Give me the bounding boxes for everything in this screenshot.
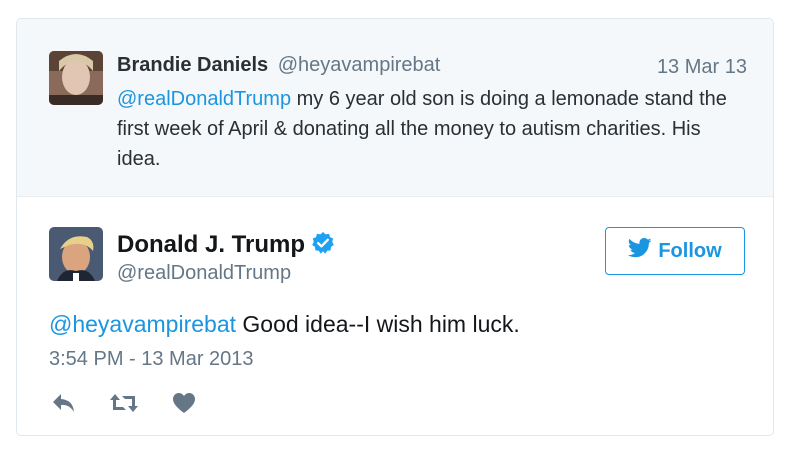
- parent-tweet-text: @realDonaldTrump my 6 year old son is do…: [117, 84, 747, 174]
- parent-tweet-date[interactable]: 13 Mar 13: [657, 53, 747, 81]
- follow-button[interactable]: Follow: [605, 227, 745, 275]
- author-name-row: Donald J. Trump: [117, 230, 335, 260]
- author-avatar[interactable]: [49, 227, 103, 281]
- tweet-body: Good idea--I wish him luck.: [236, 311, 520, 337]
- parent-tweet-header: Brandie Daniels @heyavampirebat 13 Mar 1…: [117, 51, 747, 79]
- verified-badge-icon: [311, 231, 335, 255]
- author-handle[interactable]: @realDonaldTrump: [117, 259, 291, 287]
- author-name[interactable]: Donald J. Trump: [117, 231, 305, 258]
- reply-icon: [53, 394, 74, 412]
- parent-mention-link[interactable]: @realDonaldTrump: [117, 88, 291, 110]
- retweet-icon: [110, 394, 138, 412]
- tweet-text: @heyavampirebat Good idea--I wish him lu…: [49, 309, 749, 339]
- parent-author-handle[interactable]: @heyavampirebat: [278, 54, 441, 76]
- parent-tweet[interactable]: Brandie Daniels @heyavampirebat 13 Mar 1…: [17, 19, 773, 197]
- user-photo-icon: [49, 51, 103, 105]
- retweet-button[interactable]: [109, 390, 139, 416]
- like-button[interactable]: [169, 390, 199, 416]
- avatar[interactable]: [49, 51, 103, 105]
- like-icon: [173, 393, 195, 413]
- follow-label: Follow: [658, 239, 722, 262]
- embedded-tweet-card: Brandie Daniels @heyavampirebat 13 Mar 1…: [16, 18, 774, 436]
- tweet-actions: [49, 389, 199, 417]
- author-photo-icon: [49, 227, 103, 281]
- reply-button[interactable]: [49, 390, 79, 416]
- tweet-timestamp[interactable]: 3:54 PM - 13 Mar 2013: [49, 345, 254, 373]
- twitter-bird-icon: [628, 238, 652, 264]
- mention-link[interactable]: @heyavampirebat: [49, 311, 236, 337]
- parent-author-name[interactable]: Brandie Daniels: [117, 54, 268, 76]
